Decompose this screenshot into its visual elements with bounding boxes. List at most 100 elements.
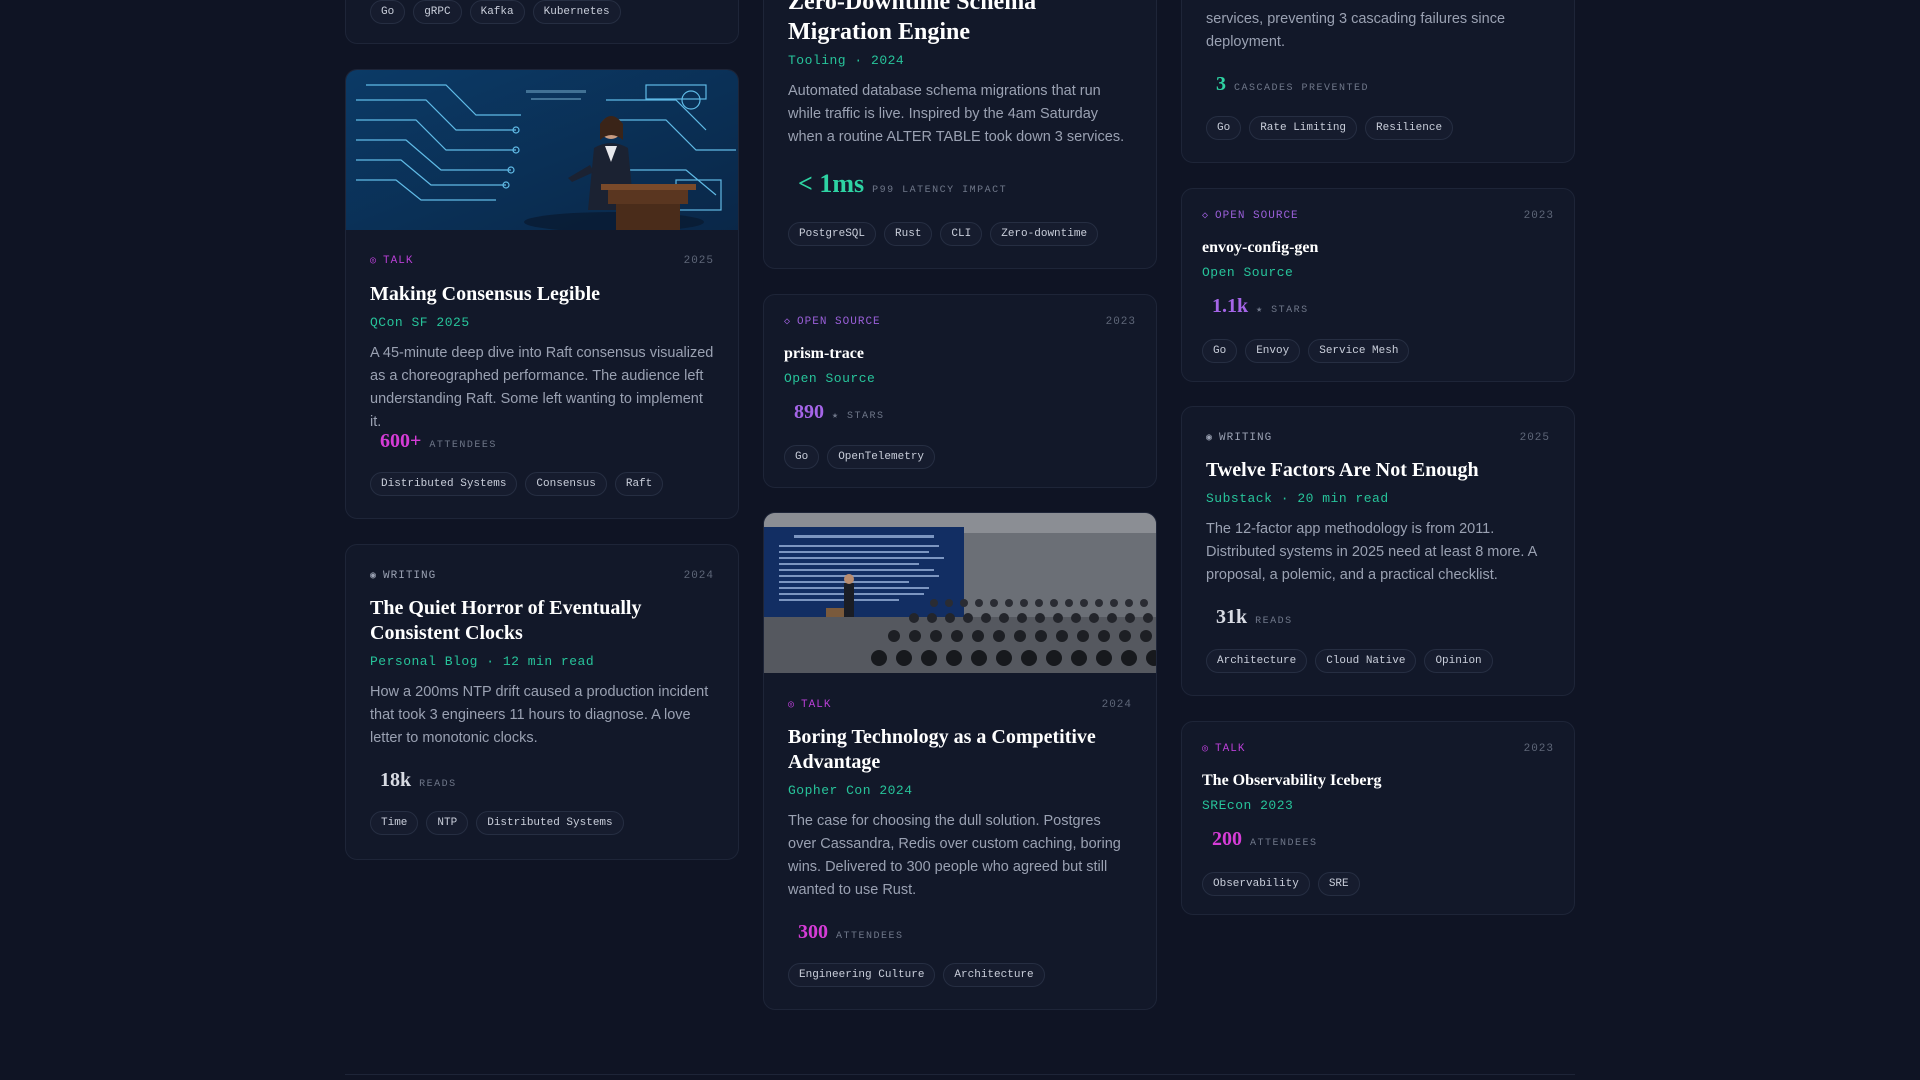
oss-card-envoy-config-gen[interactable]: ◇ OPEN SOURCE 2023 envoy-config-gen Open… xyxy=(1181,188,1575,382)
tag[interactable]: Go xyxy=(784,445,820,469)
tag[interactable]: Rust xyxy=(884,222,933,246)
speaker-image xyxy=(346,70,738,230)
content-type-text: TALK xyxy=(801,699,832,711)
dot-icon: ◉ xyxy=(1206,433,1214,444)
tag[interactable]: Observability xyxy=(1202,872,1310,896)
metric-unit: P99 LATENCY IMPACT xyxy=(872,185,1008,196)
tag[interactable]: Engineering Culture xyxy=(788,963,936,987)
card-title[interactable]: Boring Technology as a Competitive Advan… xyxy=(788,725,1132,775)
tag[interactable]: Consensus xyxy=(525,472,607,496)
card-description: services, preventing 3 cascading failure… xyxy=(1206,11,1506,50)
tag[interactable]: Kubernetes xyxy=(532,0,621,24)
metric-value: 890 xyxy=(794,401,824,423)
metric-unit: ★ STARS xyxy=(832,411,885,422)
tag[interactable]: Distributed Systems xyxy=(476,811,624,835)
card-metric: 300 ATTENDEES xyxy=(798,921,1132,944)
talk-card-boring-technology[interactable]: ◎ TALK 2024 Boring Technology as a Compe… xyxy=(763,512,1157,1010)
card-metric: 200 ATTENDEES xyxy=(1212,828,1550,851)
card-title[interactable]: Making Consensus Legible xyxy=(370,282,714,307)
metric-value: 3 xyxy=(1216,73,1226,95)
target-icon: ◎ xyxy=(370,256,378,267)
card-year: 2025 xyxy=(683,255,714,267)
project-card-migration[interactable]: Zero-Downtime Schema Migration Engine To… xyxy=(763,0,1157,269)
tag[interactable]: Service Mesh xyxy=(1308,339,1410,363)
tag[interactable]: Time xyxy=(370,811,419,835)
talk-photo-speaker xyxy=(346,70,738,230)
project-card-partial[interactable]: Go gRPC Kafka Kubernetes xyxy=(345,0,739,44)
tag[interactable]: Distributed Systems xyxy=(370,472,518,496)
card-meta: QCon SF 2025 xyxy=(370,315,470,330)
card-description: How a 200ms NTP drift caused a productio… xyxy=(370,684,709,746)
card-title[interactable]: envoy-config-gen xyxy=(1202,235,1550,260)
tag[interactable]: OpenTelemetry xyxy=(827,445,936,469)
card-year: 2023 xyxy=(1523,743,1554,755)
tag-list: Time NTP Distributed Systems xyxy=(370,811,714,835)
section-divider xyxy=(345,1074,1575,1075)
tag-list: Go gRPC Kafka Kubernetes xyxy=(370,0,621,24)
tag[interactable]: SRE xyxy=(1317,872,1360,896)
card-title[interactable]: The Observability Iceberg xyxy=(1202,768,1550,793)
tag[interactable]: Go xyxy=(370,0,406,24)
card-metric: 3 CASCADES PREVENTED xyxy=(1216,73,1550,96)
tag[interactable]: Resilience xyxy=(1365,116,1454,140)
writing-card-twelve-factors[interactable]: ◉ WRITING 2025 Twelve Factors Are Not En… xyxy=(1181,406,1575,696)
content-type-label: ◇ OPEN SOURCE xyxy=(784,316,1136,328)
content-type-text: TALK xyxy=(1215,743,1246,755)
card-meta: Substack · 20 min read xyxy=(1206,491,1389,506)
tag[interactable]: Rate Limiting xyxy=(1249,116,1358,140)
tag-list: Go Rate Limiting Resilience xyxy=(1206,116,1550,140)
tag[interactable]: Architecture xyxy=(1206,649,1308,673)
metric-unit: READS xyxy=(419,779,457,790)
content-type-label: ◉ WRITING xyxy=(370,570,714,582)
content-type-text: OPEN SOURCE xyxy=(797,316,881,328)
card-description: Automated database schema migrations tha… xyxy=(788,83,1125,145)
tag[interactable]: Go xyxy=(1202,339,1238,363)
metric-value: 200 xyxy=(1212,828,1242,850)
diamond-icon: ◇ xyxy=(784,317,792,328)
oss-card-prism-trace[interactable]: ◇ OPEN SOURCE 2023 prism-trace Open Sour… xyxy=(763,294,1157,488)
content-type-text: WRITING xyxy=(383,570,437,582)
tag[interactable]: CLI xyxy=(940,222,983,246)
card-title[interactable]: prism-trace xyxy=(784,341,1132,366)
metric-unit: READS xyxy=(1255,616,1293,627)
card-description: A 45-minute deep dive into Raft consensu… xyxy=(370,345,714,430)
metric-unit: ATTENDEES xyxy=(836,931,904,942)
tag-list: Observability SRE xyxy=(1202,872,1550,896)
card-title[interactable]: Zero-Downtime Schema Migration Engine xyxy=(788,0,1132,47)
tag[interactable]: PostgreSQL xyxy=(788,222,877,246)
tag[interactable]: Kafka xyxy=(469,0,525,24)
card-meta: Gopher Con 2024 xyxy=(788,783,913,798)
metric-unit: CASCADES PREVENTED xyxy=(1234,83,1370,94)
tag[interactable]: Cloud Native xyxy=(1315,649,1417,673)
metric-value: 1.1k xyxy=(1212,295,1249,317)
card-metric: 18k READS xyxy=(380,769,714,792)
target-icon: ◎ xyxy=(788,700,796,711)
tag[interactable]: Zero-downtime xyxy=(990,222,1099,246)
card-metric: 31k READS xyxy=(1216,606,1550,629)
card-description: The case for choosing the dull solution.… xyxy=(788,813,1121,898)
talk-card-observability-iceberg[interactable]: ◎ TALK 2023 The Observability Iceberg SR… xyxy=(1181,721,1575,915)
content-type-label: ◎ TALK xyxy=(788,699,1132,711)
diamond-icon: ◇ xyxy=(1202,211,1210,222)
talk-card-consensus[interactable]: ◎ TALK 2025 Making Consensus Legible QCo… xyxy=(345,69,739,519)
project-card-rate-limiting[interactable]: services, preventing 3 cascading failure… xyxy=(1181,0,1575,163)
card-year: 2025 xyxy=(1519,432,1550,444)
writing-card-clocks[interactable]: ◉ WRITING 2024 The Quiet Horror of Event… xyxy=(345,544,739,860)
card-meta: Open Source xyxy=(784,371,876,386)
card-title[interactable]: The Quiet Horror of Eventually Consisten… xyxy=(370,596,714,646)
card-metric: 890 ★ STARS xyxy=(794,401,1132,424)
talk-photo-conference xyxy=(764,513,1156,673)
tag[interactable]: Architecture xyxy=(943,963,1045,987)
card-title[interactable]: Twelve Factors Are Not Enough xyxy=(1206,458,1550,483)
tag[interactable]: Raft xyxy=(614,472,664,496)
tag[interactable]: Envoy xyxy=(1245,339,1301,363)
tag[interactable]: Go xyxy=(1206,116,1242,140)
tag[interactable]: gRPC xyxy=(413,0,462,24)
metric-unit: ATTENDEES xyxy=(429,440,497,451)
card-description: The 12-factor app methodology is from 20… xyxy=(1206,521,1537,583)
tag[interactable]: NTP xyxy=(426,811,469,835)
metric-value: 600+ xyxy=(380,430,422,452)
tag[interactable]: Opinion xyxy=(1424,649,1493,673)
card-year: 2023 xyxy=(1105,316,1136,328)
metric-unit: ATTENDEES xyxy=(1250,838,1318,849)
